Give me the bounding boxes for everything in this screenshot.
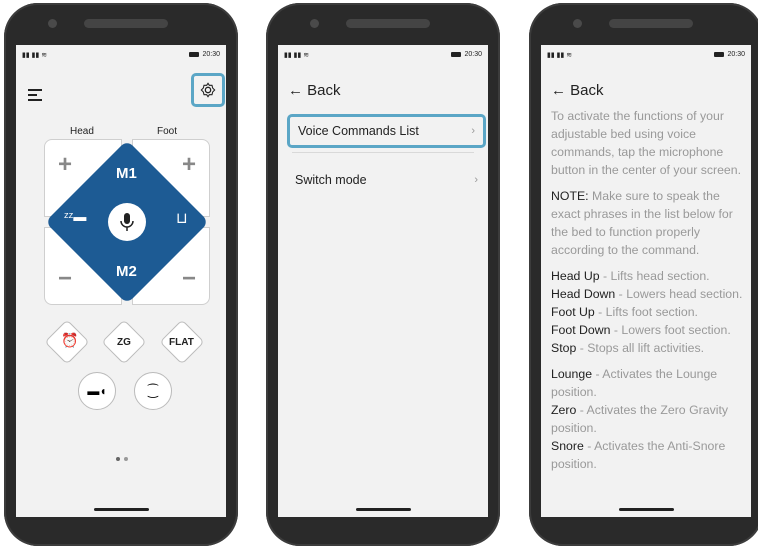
flashlight-icon: ▬◖: [87, 384, 107, 398]
phone-frame-3: ▮▮ ▮▮ ≋ 20:30 ← Back To activate the fun…: [529, 3, 758, 546]
screen-settings: ▮▮ ▮▮ ≋ 20:30 ← Back Voice Commands List…: [278, 45, 488, 517]
gear-icon: [200, 82, 216, 98]
signal-icon: ▮▮ ▮▮ ≋: [22, 52, 48, 59]
m1-button[interactable]: M1: [116, 165, 137, 182]
signal-icon: ▮▮ ▮▮ ≋: [284, 52, 310, 59]
chevron-right-icon: ›: [471, 125, 475, 137]
back-button[interactable]: ← Back: [551, 82, 604, 99]
chevron-right-icon: ›: [474, 174, 478, 186]
microphone-icon: [120, 213, 134, 231]
home-indicator[interactable]: [94, 508, 149, 511]
lift-commands: Head Up - Lifts head section. Head Down …: [551, 269, 743, 355]
flat-label: FLAT: [169, 337, 194, 348]
divider: [292, 152, 474, 153]
status-bar: ▮▮ ▮▮ ≋ 20:30: [284, 51, 482, 61]
home-indicator[interactable]: [356, 508, 411, 511]
settings-button[interactable]: [191, 73, 225, 107]
battery-icon: [189, 51, 200, 57]
voice-commands-text: To activate the functions of your adjust…: [551, 107, 746, 481]
foot-plus-icon: +: [181, 151, 196, 178]
battery-icon: [451, 51, 462, 57]
book-icon[interactable]: ⊔: [176, 209, 188, 227]
position-commands: Lounge - Activates the Lounge position. …: [551, 367, 729, 471]
battery-icon: [714, 51, 725, 57]
flashlight-button[interactable]: ▬◖: [78, 372, 116, 410]
foot-label: Foot: [157, 126, 178, 137]
head-plus-icon: +: [58, 151, 73, 178]
screen-remote: ▮▮ ▮▮ ≋ 20:30 Head Foot + + − − M1 M2 ᶻᶻ…: [16, 45, 226, 517]
clock: 20:30: [727, 51, 745, 58]
speaker-grille: [609, 19, 693, 28]
snore-icon[interactable]: ᶻᶻ▬: [64, 209, 86, 224]
zg-label: ZG: [117, 337, 131, 348]
phone-frame-1: ▮▮ ▮▮ ≋ 20:30 Head Foot + + − − M1 M2 ᶻᶻ…: [4, 3, 238, 546]
clock: 20:30: [464, 51, 482, 58]
camera: [48, 19, 57, 28]
microphone-button[interactable]: [108, 203, 146, 241]
voice-commands-list-item[interactable]: Voice Commands List ›: [287, 114, 486, 148]
page-indicator: [116, 448, 132, 466]
phone-frame-2: ▮▮ ▮▮ ≋ 20:30 ← Back Voice Commands List…: [266, 3, 500, 546]
foot-minus-icon: −: [181, 265, 196, 292]
signal-icon: ▮▮ ▮▮ ≋: [547, 52, 573, 59]
camera: [310, 19, 319, 28]
camera: [573, 19, 582, 28]
switch-mode-item[interactable]: Switch mode ›: [287, 163, 486, 197]
speaker-grille: [346, 19, 430, 28]
menu-icon[interactable]: [28, 89, 42, 104]
intro-text: To activate the functions of your adjust…: [551, 109, 742, 177]
home-indicator[interactable]: [619, 508, 674, 511]
bed-remote: + + − − M1 M2 ᶻᶻ▬ ⊔: [44, 139, 210, 305]
head-minus-icon: −: [58, 265, 73, 292]
screen-voice-commands: ▮▮ ▮▮ ≋ 20:30 ← Back To activate the fun…: [541, 45, 751, 517]
note-paragraph: NOTE: Make sure to speak the exact phras…: [551, 189, 733, 257]
speaker-grille: [84, 19, 168, 28]
light-icon: ⁐: [148, 384, 158, 398]
underbed-light-button[interactable]: ⁐: [134, 372, 172, 410]
status-bar: ▮▮ ▮▮ ≋ 20:30: [547, 51, 745, 61]
m2-button[interactable]: M2: [116, 263, 137, 280]
back-button[interactable]: ← Back: [288, 82, 341, 99]
clock: 20:30: [202, 51, 220, 58]
alarm-icon: ⏰: [61, 332, 79, 348]
status-bar: ▮▮ ▮▮ ≋ 20:30: [22, 51, 220, 61]
head-label: Head: [70, 126, 94, 137]
